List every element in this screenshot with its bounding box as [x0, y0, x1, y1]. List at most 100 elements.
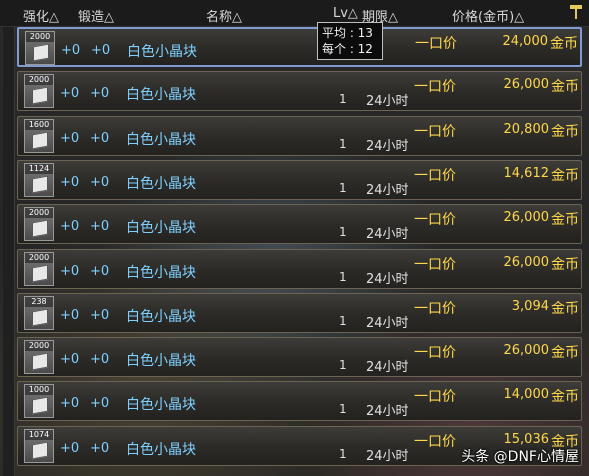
- row-item-name: 白色小晶块: [126, 442, 196, 458]
- row-currency: 金币: [551, 345, 579, 361]
- crystal-cube-icon: [32, 308, 48, 327]
- row-forge: +0: [90, 86, 110, 101]
- header-price[interactable]: 价格(金币)△: [452, 6, 524, 25]
- crystal-cube-icon: [32, 352, 48, 371]
- row-forge: +0: [90, 441, 110, 456]
- row-item-name: 白色小晶块: [126, 309, 196, 325]
- table-row[interactable]: 2000 +0 +0 白色小晶块 1 24小时 一口价 26,000 金币: [17, 337, 582, 377]
- row-enhance: +0: [60, 352, 80, 367]
- row-level: 1: [339, 314, 347, 328]
- row-enhance: +0: [60, 219, 80, 234]
- row-currency: 金币: [551, 257, 579, 273]
- row-level: 1: [339, 92, 347, 106]
- item-quantity: 2000: [25, 253, 53, 263]
- row-enhance: +0: [60, 441, 80, 456]
- item-quantity: 238: [25, 297, 53, 307]
- row-currency: 金币: [550, 36, 578, 52]
- row-currency: 金币: [551, 79, 579, 95]
- row-enhance: +0: [60, 308, 80, 323]
- table-row[interactable]: 2000 +0 +0 白色小晶块 一口价 24,000 金币: [17, 27, 582, 67]
- row-forge: +0: [91, 43, 111, 58]
- row-forge: +0: [90, 396, 110, 411]
- table-row[interactable]: 2000 +0 +0 白色小晶块 1 24小时 一口价 26,000 金币: [17, 249, 582, 289]
- price-tooltip: 平均 : 13 每个 : 12: [317, 22, 383, 60]
- row-duration: 24小时: [366, 449, 409, 464]
- crystal-item-icon[interactable]: 1600: [24, 119, 54, 153]
- row-price: 24,000: [502, 34, 549, 49]
- row-level: 1: [339, 225, 347, 239]
- item-quantity: 1000: [25, 385, 53, 395]
- item-quantity: 1600: [25, 120, 53, 130]
- row-forge: +0: [90, 264, 110, 279]
- row-sale-type: 一口价: [414, 124, 456, 140]
- crystal-item-icon[interactable]: 1124: [24, 163, 54, 197]
- table-row[interactable]: 1124 +0 +0 白色小晶块 1 24小时 一口价 14,612 金币: [17, 160, 582, 200]
- crystal-item-icon[interactable]: 2000: [25, 31, 55, 65]
- header-forge[interactable]: 锻造△: [78, 6, 114, 25]
- row-level: 1: [339, 358, 347, 372]
- row-price: 26,000: [503, 343, 550, 358]
- crystal-item-icon[interactable]: 2000: [24, 74, 54, 108]
- row-forge: +0: [90, 131, 110, 146]
- tooltip-average: 平均 : 13: [322, 26, 373, 40]
- row-item-name: 白色小晶块: [126, 353, 196, 369]
- row-sale-type: 一口价: [414, 301, 456, 317]
- row-duration: 24小时: [366, 227, 409, 242]
- row-price: 14,612: [503, 166, 550, 181]
- row-currency: 金币: [551, 168, 579, 184]
- crystal-item-icon[interactable]: 2000: [24, 252, 54, 286]
- row-enhance: +0: [60, 396, 80, 411]
- row-currency: 金币: [551, 124, 579, 140]
- row-duration: 24小时: [366, 360, 409, 375]
- row-price: 15,036: [503, 432, 550, 447]
- crystal-cube-icon: [32, 441, 48, 460]
- crystal-item-icon[interactable]: 2000: [24, 340, 54, 374]
- tooltip-each: 每个 : 12: [322, 42, 373, 56]
- crystal-item-icon[interactable]: 2000: [24, 207, 54, 241]
- row-price: 26,000: [503, 77, 550, 92]
- row-price: 26,000: [503, 255, 550, 270]
- crystal-cube-icon: [32, 264, 48, 283]
- row-forge: +0: [90, 175, 110, 190]
- item-quantity: 1124: [25, 164, 53, 174]
- row-level: 1: [339, 447, 347, 461]
- row-sale-type: 一口价: [414, 389, 456, 405]
- header-enhance[interactable]: 强化△: [23, 6, 59, 25]
- crystal-item-icon[interactable]: 1074: [24, 429, 54, 463]
- table-row[interactable]: 1600 +0 +0 白色小晶块 1 24小时 一口价 20,800 金币: [17, 116, 582, 156]
- crystal-item-icon[interactable]: 238: [24, 296, 54, 330]
- crystal-item-icon[interactable]: 1000: [24, 384, 54, 418]
- header-name[interactable]: 名称△: [206, 6, 242, 25]
- table-header: 强化△ 锻造△ 名称△ Lv△ 期限△ 价格(金币)△: [0, 0, 589, 27]
- crystal-cube-icon: [33, 43, 49, 62]
- row-forge: +0: [90, 219, 110, 234]
- scrollbar[interactable]: [3, 27, 15, 476]
- item-quantity: 1074: [25, 430, 53, 440]
- row-sale-type: 一口价: [414, 345, 456, 361]
- row-price: 26,000: [503, 210, 550, 225]
- row-price: 3,094: [511, 299, 549, 314]
- row-forge: +0: [90, 308, 110, 323]
- row-sale-type: 一口价: [414, 434, 456, 450]
- row-item-name: 白色小晶块: [127, 44, 197, 60]
- row-duration: 24小时: [366, 139, 409, 154]
- row-level: 1: [339, 270, 347, 284]
- crystal-cube-icon: [32, 175, 48, 194]
- table-row[interactable]: 1000 +0 +0 白色小晶块 1 24小时 一口价 14,000 金币: [17, 381, 582, 421]
- row-duration: 24小时: [366, 404, 409, 419]
- table-row[interactable]: 2000 +0 +0 白色小晶块 1 24小时 一口价 26,000 金币: [17, 71, 582, 111]
- item-quantity: 2000: [25, 208, 53, 218]
- table-row[interactable]: 2000 +0 +0 白色小晶块 1 24小时 一口价 26,000 金币: [17, 204, 582, 244]
- row-sale-type: 一口价: [414, 168, 456, 184]
- table-row[interactable]: 238 +0 +0 白色小晶块 1 24小时 一口价 3,094 金币: [17, 293, 582, 333]
- header-level[interactable]: Lv△: [333, 6, 358, 21]
- row-enhance: +0: [60, 264, 80, 279]
- row-item-name: 白色小晶块: [126, 397, 196, 413]
- row-duration: 24小时: [366, 316, 409, 331]
- row-duration: 24小时: [366, 183, 409, 198]
- hammer-icon[interactable]: [569, 4, 583, 20]
- row-level: 1: [339, 402, 347, 416]
- row-duration: 24小时: [366, 94, 409, 109]
- crystal-cube-icon: [32, 219, 48, 238]
- row-item-name: 白色小晶块: [126, 265, 196, 281]
